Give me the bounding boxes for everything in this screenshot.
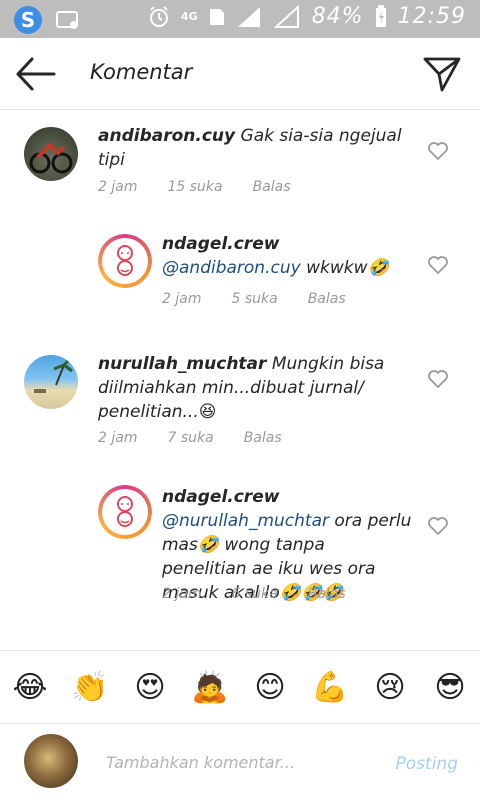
- heart-icon[interactable]: [427, 516, 449, 536]
- comment-mention[interactable]: @andibaron.cuy: [162, 258, 301, 278]
- comment-meta: 2 jam 5 suka Balas: [162, 291, 346, 307]
- emoji-quick-bar: 😂 👏 😍 🙇 😊 💪 😢 😎: [0, 650, 480, 724]
- comment-composer: Posting: [0, 724, 480, 800]
- emoji-button[interactable]: 😢: [368, 670, 412, 705]
- avatar[interactable]: [98, 485, 152, 539]
- post-button[interactable]: Posting: [396, 754, 458, 774]
- comment-reply: ndagel.crew @andibaron.cuy wkwkw🤣 2 jam …: [0, 224, 480, 324]
- top-bar: Komentar: [0, 38, 480, 110]
- comment-meta: 2 jam 6 suka Balas: [162, 586, 346, 602]
- reply-button[interactable]: Balas: [244, 430, 282, 446]
- comment-mention[interactable]: @nurullah_muchtar: [162, 511, 329, 531]
- reply-button[interactable]: Balas: [308, 586, 346, 602]
- avatar-photo: [102, 489, 148, 535]
- signal-icon: [237, 6, 260, 27]
- emoji-button[interactable]: 👏: [68, 670, 112, 705]
- comment-meta: 2 jam 7 suka Balas: [98, 430, 282, 446]
- comment-likes[interactable]: 5 suka: [231, 291, 277, 307]
- comment-username[interactable]: andibaron.cuy: [98, 126, 235, 146]
- comment-username[interactable]: nurullah_muchtar: [98, 354, 266, 374]
- comment-text: nurullah_muchtar Mungkin bisa diilmiahka…: [98, 352, 408, 424]
- emoji-button[interactable]: 😎: [428, 670, 472, 705]
- heart-icon[interactable]: [427, 141, 449, 161]
- comment-time: 2 jam: [162, 586, 202, 602]
- comment-likes[interactable]: 6 suka: [231, 586, 277, 602]
- app-s-icon: S: [14, 6, 42, 34]
- comment: nurullah_muchtar Mungkin bisa diilmiahka…: [0, 338, 480, 468]
- comment-meta: 2 jam 15 suka Balas: [98, 179, 291, 195]
- status-bar: S 4G 84% 12:59: [0, 0, 480, 38]
- status-bar-right: 4G 84% 12:59: [147, 4, 466, 29]
- avatar[interactable]: [24, 127, 78, 181]
- avatar-photo: [102, 238, 148, 284]
- avatar[interactable]: [98, 234, 152, 288]
- comment-likes[interactable]: 15 suka: [167, 179, 222, 195]
- comment-text: andibaron.cuy Gak sia-sia ngejual tipi: [98, 124, 408, 172]
- heart-icon[interactable]: [427, 255, 449, 275]
- network-type: 4G: [181, 10, 198, 23]
- back-arrow-icon[interactable]: [14, 56, 56, 92]
- avatar[interactable]: [24, 355, 78, 409]
- emoji-button[interactable]: 😍: [128, 670, 172, 705]
- ndagel-logo-icon: [117, 496, 133, 527]
- heart-icon[interactable]: [427, 369, 449, 389]
- status-bar-left: S: [14, 6, 80, 34]
- signal-2-icon: [273, 4, 299, 28]
- emoji-button[interactable]: 💪: [308, 670, 352, 705]
- story-ring: [98, 234, 152, 288]
- comment-body: wkwkw🤣: [306, 258, 389, 278]
- comment-time: 2 jam: [162, 291, 202, 307]
- message-icon: [56, 11, 78, 29]
- battery-icon: [375, 4, 386, 27]
- reply-button[interactable]: Balas: [308, 291, 346, 307]
- alarm-icon: [150, 5, 168, 27]
- emoji-button[interactable]: 😊: [248, 670, 292, 705]
- ndagel-logo-icon: [117, 245, 133, 276]
- sim-icon: [209, 8, 224, 25]
- emoji-button[interactable]: 😂: [8, 670, 52, 705]
- comment-username[interactable]: ndagel.crew: [162, 232, 412, 256]
- comment-likes[interactable]: 7 suka: [167, 430, 213, 446]
- emoji-button[interactable]: 🙇: [188, 670, 232, 705]
- comment-time: 2 jam: [98, 179, 138, 195]
- page-title: Komentar: [90, 60, 193, 84]
- battery-percent: 84%: [311, 4, 364, 29]
- reply-button[interactable]: Balas: [253, 179, 291, 195]
- comment-username[interactable]: ndagel.crew: [162, 485, 412, 509]
- comment: andibaron.cuy Gak sia-sia ngejual tipi 2…: [0, 110, 480, 210]
- avatar-photo-icon: [29, 142, 73, 174]
- my-avatar: [24, 734, 78, 788]
- comment-text: ndagel.crew @andibaron.cuy wkwkw🤣: [162, 232, 412, 280]
- direct-send-icon[interactable]: [422, 54, 462, 94]
- comment-input[interactable]: [106, 748, 366, 776]
- beach-photo-icon: [34, 359, 73, 393]
- comment-reply: ndagel.crew @nurullah_muchtar ora perlu …: [0, 475, 480, 635]
- comments-list: andibaron.cuy Gak sia-sia ngejual tipi 2…: [0, 110, 480, 650]
- clock: 12:59: [397, 4, 466, 29]
- comment-time: 2 jam: [98, 430, 138, 446]
- story-ring: [98, 485, 152, 539]
